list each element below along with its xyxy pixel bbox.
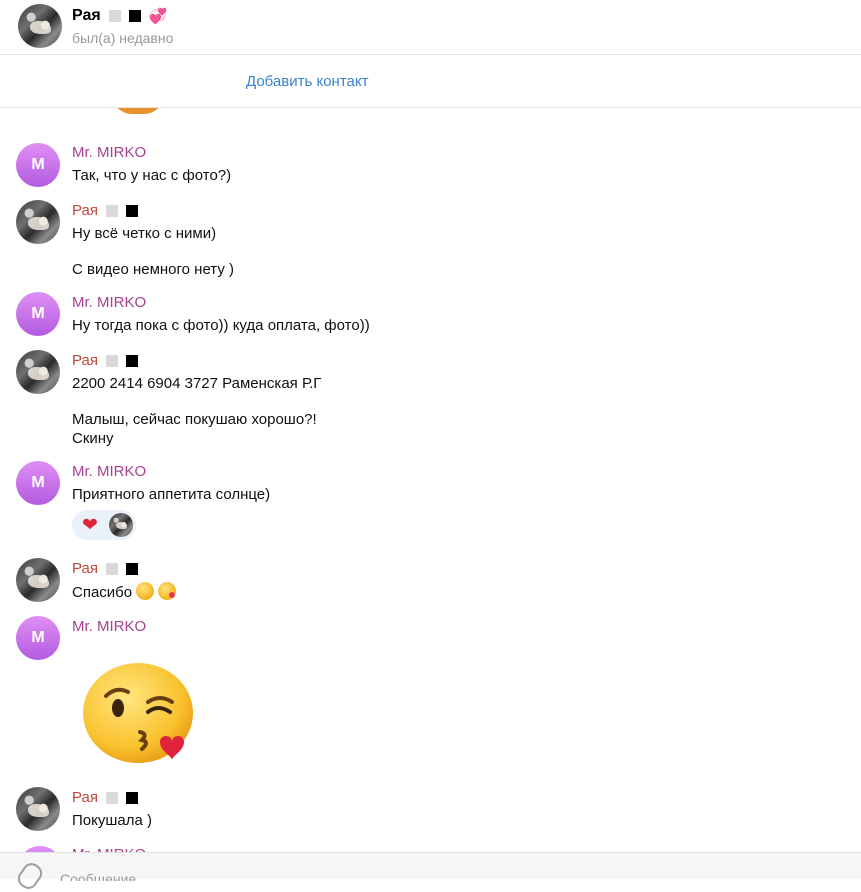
add-contact-button[interactable]: Добавить контакт bbox=[246, 73, 368, 90]
chat-header: Рая 💞 был(а) недавно bbox=[0, 0, 861, 55]
sender-name: Рая bbox=[72, 789, 98, 806]
light-square-icon bbox=[105, 354, 118, 367]
sparkling-heart-icon: 💞 bbox=[148, 8, 168, 25]
avatar-raya[interactable] bbox=[16, 787, 60, 831]
dark-square-icon bbox=[125, 204, 138, 217]
message-text: Покушала ) bbox=[72, 812, 152, 829]
message-text: Спасибо bbox=[72, 584, 133, 601]
reaction-chip[interactable]: ❤ bbox=[72, 510, 136, 540]
sender-name[interactable]: Mr. MIRKO bbox=[72, 294, 146, 311]
sender-name: Рая bbox=[72, 352, 98, 369]
avatar-initial: M bbox=[31, 156, 45, 173]
message-text: Ну всё четко с ними) bbox=[72, 225, 217, 242]
paperclip-icon[interactable] bbox=[14, 859, 46, 892]
message-text: Ну тогда пока с фото)) куда оплата, фото… bbox=[72, 317, 370, 334]
dark-square-icon bbox=[125, 562, 138, 575]
sender-name-row[interactable]: Рая bbox=[72, 352, 138, 369]
sender-name[interactable]: Mr. MIRKO bbox=[72, 463, 146, 480]
message-text: Малыш, сейчас покушаю хорошо?! Скину bbox=[72, 411, 317, 447]
dark-square-icon bbox=[125, 354, 138, 367]
kissing-face-sticker[interactable] bbox=[82, 662, 194, 764]
relieved-face-icon bbox=[136, 582, 155, 600]
contact-name-row[interactable]: Рая 💞 bbox=[72, 7, 167, 25]
message-text: Приятного аппетита солнце) bbox=[72, 486, 271, 503]
avatar-raya[interactable] bbox=[16, 350, 60, 394]
contact-avatar[interactable] bbox=[18, 4, 62, 48]
add-contact-bar: Добавить контакт bbox=[0, 55, 861, 108]
avatar-initial: M bbox=[31, 629, 45, 646]
sender-name: Рая bbox=[72, 202, 98, 219]
heart-icon: ❤ bbox=[82, 515, 98, 536]
avatar-mirko[interactable]: M bbox=[16, 143, 60, 187]
sender-name[interactable]: Mr. MIRKO bbox=[72, 144, 146, 161]
sender-name-row[interactable]: Рая bbox=[72, 789, 138, 806]
avatar-raya[interactable] bbox=[16, 558, 60, 602]
message-text: С видео немного нету ) bbox=[72, 261, 234, 278]
dark-square-icon bbox=[128, 10, 141, 22]
sender-name-row[interactable]: Рая bbox=[72, 560, 138, 577]
sender-name[interactable]: Mr. MIRKO bbox=[72, 618, 146, 635]
message-input[interactable]: Сообщение bbox=[60, 871, 660, 881]
avatar-initial: M bbox=[31, 305, 45, 322]
avatar-mirko[interactable]: M bbox=[16, 292, 60, 336]
message-text-row: Спасибо bbox=[72, 582, 177, 602]
message-composer: Сообщение bbox=[0, 852, 861, 892]
avatar-mirko[interactable]: M bbox=[16, 616, 60, 660]
face-blowing-kiss-icon bbox=[158, 582, 177, 600]
message-text: Так, что у нас с фото?) bbox=[72, 167, 232, 184]
avatar-mirko[interactable]: M bbox=[16, 461, 60, 505]
light-square-icon bbox=[105, 562, 118, 575]
light-square-icon bbox=[105, 791, 118, 804]
avatar-initial: M bbox=[31, 474, 45, 491]
contact-status: был(а) недавно bbox=[72, 30, 174, 46]
light-square-icon bbox=[108, 10, 121, 22]
contact-name: Рая bbox=[72, 7, 101, 24]
sender-name-row[interactable]: Рая bbox=[72, 202, 138, 219]
sender-name: Рая bbox=[72, 560, 98, 577]
reactor-avatar bbox=[109, 513, 133, 537]
light-square-icon bbox=[105, 204, 118, 217]
dark-square-icon bbox=[125, 791, 138, 804]
avatar-raya[interactable] bbox=[16, 200, 60, 244]
message-text: 2200 2414 6904 3727 Раменская Р.Г bbox=[72, 375, 322, 392]
